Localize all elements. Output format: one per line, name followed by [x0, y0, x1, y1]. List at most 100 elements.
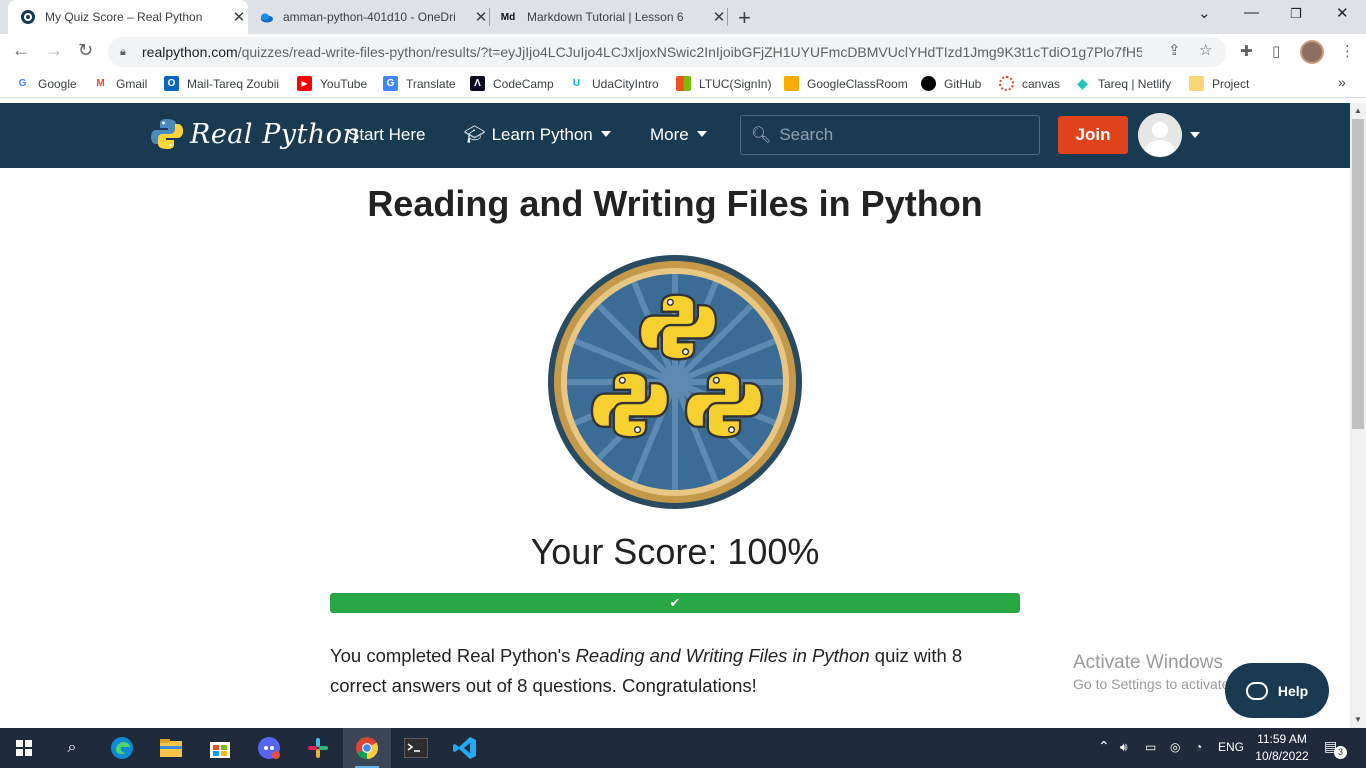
address-bar[interactable]: 🔒︎ realpython.com/quizzes/read-write-fil… [108, 37, 1226, 67]
bookmark-ltuc[interactable]: LTUC(SignIn) [676, 76, 771, 91]
bookmark-canvas[interactable]: canvas [999, 76, 1060, 91]
tray-overflow-chevron-icon[interactable]: ⌃ [1098, 738, 1110, 755]
reload-icon[interactable]: ↻ [78, 40, 93, 61]
edge-browser-icon[interactable] [98, 728, 146, 768]
close-tab-icon[interactable]: ✕ [472, 8, 490, 26]
bookmark-codecamp[interactable]: Λ CodeCamp [470, 76, 554, 91]
realpython-logo[interactable]: Real Python [150, 117, 360, 151]
udacity-icon: U [572, 78, 581, 89]
forward-arrow-icon[interactable]: → [45, 40, 63, 61]
bookmark-mail-tareq[interactable]: O Mail-Tareq Zoubii [164, 76, 279, 91]
logo-text: Real Python [190, 118, 361, 150]
graduation-cap-icon: 🎓︎ [464, 125, 486, 144]
bookmark-star-icon[interactable]: ☆ [1199, 41, 1212, 59]
nav-more[interactable]: More [650, 125, 707, 145]
python-achievement-badge-icon [548, 255, 802, 509]
scroll-up-arrow-icon[interactable]: ▲ [1354, 106, 1362, 115]
bookmark-gmail[interactable]: M Gmail [93, 76, 147, 91]
minimize-window-icon[interactable]: — [1244, 4, 1259, 21]
search-box: 🔍︎ [740, 115, 1040, 155]
score-text: Your Score: 100% [530, 531, 820, 572]
share-icon[interactable]: ⇪ [1168, 41, 1181, 59]
back-arrow-icon[interactable]: ← [12, 40, 30, 61]
side-panel-icon[interactable]: ▯ [1272, 42, 1280, 60]
bookmark-github[interactable]: GitHub [921, 76, 981, 91]
chrome-browser-icon[interactable] [343, 728, 391, 768]
terminal-icon[interactable] [392, 728, 440, 768]
tab-search-chevron-icon[interactable]: ⌄ [1198, 4, 1211, 22]
search-icon: 🔍︎ [751, 127, 772, 144]
extensions-puzzle-icon[interactable]: ✚ [1240, 42, 1253, 60]
avatar [1138, 113, 1182, 157]
notifications-icon[interactable]: ▤ 3 [1324, 738, 1347, 759]
bookmark-netlify[interactable]: ◆ Tareq | Netlify [1075, 75, 1171, 91]
join-button[interactable]: Join [1058, 116, 1128, 154]
page-viewport: Real Python Start Here 🎓︎ Learn Python Mo… [0, 103, 1350, 728]
bookmark-translate[interactable]: G Translate [383, 76, 456, 91]
search-input[interactable] [779, 125, 1030, 145]
close-tab-icon[interactable]: ✕ [230, 8, 248, 26]
wifi-icon[interactable]: ◔ [1195, 740, 1202, 754]
help-label: Help [1277, 682, 1309, 699]
user-account-menu[interactable] [1138, 113, 1200, 157]
browser-menu-kebab-icon[interactable]: ⋮ [1340, 42, 1355, 60]
netlify-diamond-icon: ◆ [1077, 75, 1088, 91]
meet-now-icon[interactable]: ◎ [1170, 740, 1180, 754]
browser-toolbar: ← → ↻ 🔒︎ realpython.com/quizzes/read-wri… [0, 34, 1366, 70]
gmail-icon: M [96, 78, 105, 89]
lock-icon: 🔒︎ [120, 45, 126, 58]
clock[interactable]: 11:59 AM 10/8/2022 [1254, 731, 1310, 765]
tab-onedrive[interactable]: amman-python-401d10 - OneDri ✕ [250, 0, 490, 34]
restore-window-icon[interactable]: ❐ [1290, 6, 1302, 22]
notification-count-badge: 3 [1334, 746, 1347, 759]
vscode-icon[interactable] [441, 728, 489, 768]
language-indicator[interactable]: ENG [1218, 740, 1244, 754]
close-tab-icon[interactable]: ✕ [710, 8, 728, 26]
checkmark-icon: ✔ [669, 595, 681, 610]
bookmark-udacity[interactable]: U UdaCityIntro [569, 76, 659, 91]
slack-icon[interactable] [294, 728, 342, 768]
bookmark-google[interactable]: G Google [15, 76, 77, 91]
nav-start-here[interactable]: Start Here [348, 125, 425, 145]
bookmark-project-folder[interactable]: Project [1189, 76, 1249, 91]
scrollbar-thumb[interactable] [1352, 119, 1364, 429]
message-prefix: You completed Real Python's [330, 645, 576, 666]
bookmark-google-classroom[interactable]: GoogleClassRoom [784, 76, 908, 91]
tab-my-quiz-score[interactable]: My Quiz Score – Real Python ✕ [8, 0, 248, 34]
nav-learn-python[interactable]: 🎓︎ Learn Python [464, 125, 611, 145]
github-icon [921, 76, 936, 91]
microsoft-squares-icon [676, 76, 691, 91]
bookmark-youtube[interactable]: ▶ YouTube [297, 76, 367, 91]
nav-more-label: More [650, 125, 689, 144]
tab-label: Markdown Tutorial | Lesson 6 [527, 10, 684, 24]
battery-icon[interactable]: ▭ [1145, 740, 1156, 754]
folder-icon [1189, 76, 1204, 91]
python-logo-icon [151, 119, 183, 149]
speaker-icon[interactable]: 🔊︎ [1120, 740, 1128, 755]
bookmarks-overflow-chevron-icon[interactable]: » [1338, 74, 1346, 90]
windows-taskbar: ⌕ ⌃ 🔊︎ ▭ ◎ ◔ ENG 11:59 AM 10/8/2022 ▤ 3 [0, 728, 1366, 768]
profile-avatar[interactable] [1300, 40, 1324, 64]
classroom-icon [784, 76, 799, 91]
outlook-icon: O [164, 76, 179, 91]
site-navbar: Real Python Start Here 🎓︎ Learn Python Mo… [0, 103, 1350, 168]
markdown-favicon-icon: Md [500, 11, 516, 23]
file-explorer-folder-icon[interactable] [147, 728, 195, 768]
google-icon: G [18, 78, 27, 89]
search-icon[interactable]: ⌕ [48, 728, 96, 768]
tab-separator [489, 8, 490, 26]
page-scrollbar[interactable]: ▲ ▼ [1350, 103, 1366, 728]
progress-fill: ✔ [330, 593, 1020, 613]
start-windows-icon[interactable] [0, 728, 48, 768]
discord-app-icon[interactable] [245, 728, 293, 768]
scroll-down-arrow-icon[interactable]: ▼ [1354, 715, 1362, 724]
microsoft-store-icon[interactable] [196, 728, 244, 768]
help-button[interactable]: Help [1225, 663, 1329, 718]
tab-markdown-tutorial[interactable]: Md Markdown Tutorial | Lesson 6 ✕ [492, 0, 728, 34]
close-window-icon[interactable]: ✕ [1336, 4, 1349, 22]
clock-time: 11:59 AM [1257, 732, 1307, 746]
score-progress-bar: ✔ [330, 593, 1020, 613]
new-tab-plus-icon[interactable]: + [738, 5, 751, 31]
nav-learn-python-label: Learn Python [491, 125, 593, 144]
caret-down-icon [696, 131, 707, 137]
